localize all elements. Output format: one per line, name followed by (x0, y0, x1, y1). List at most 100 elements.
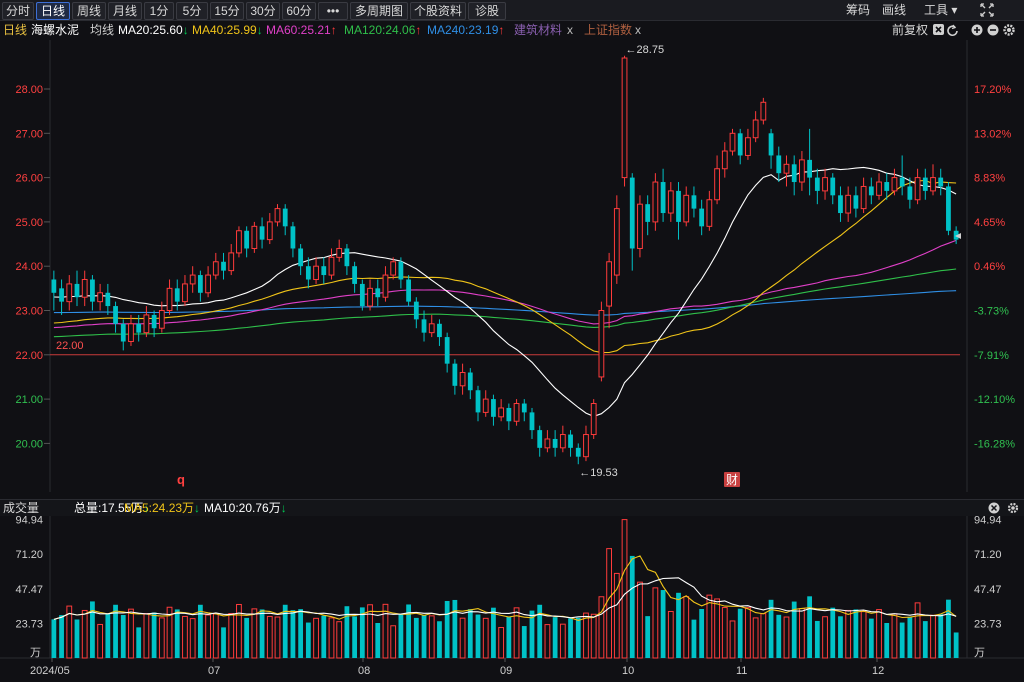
toolbar-button-4[interactable]: 1分 (144, 2, 174, 20)
overlay-shanghai-index-close[interactable]: x (635, 23, 641, 37)
volume-bar[interactable] (143, 613, 150, 659)
candle[interactable] (475, 385, 481, 422)
volume-bar[interactable] (382, 603, 389, 659)
volume-bar[interactable] (938, 614, 944, 658)
candle[interactable] (491, 394, 496, 426)
candle[interactable] (437, 319, 442, 346)
volume-bar[interactable] (189, 618, 196, 659)
candle[interactable] (305, 257, 311, 289)
volume-bar[interactable] (783, 616, 790, 659)
volume-bar[interactable] (914, 602, 921, 659)
volume-bar[interactable] (807, 596, 813, 658)
volume-bar[interactable] (266, 615, 273, 659)
candle[interactable] (552, 430, 558, 457)
volume-bar[interactable] (282, 604, 288, 658)
toolbar-right-1[interactable]: 画线 (882, 2, 906, 18)
candle[interactable] (166, 279, 173, 315)
candle[interactable] (421, 310, 427, 342)
volume-bar[interactable] (637, 581, 643, 659)
volume-bar[interactable] (182, 615, 188, 659)
volume-bar[interactable] (930, 614, 936, 659)
volume-bar[interactable] (59, 615, 64, 658)
volume-bar[interactable] (676, 592, 681, 658)
volume-bar[interactable] (336, 621, 343, 659)
volume-bar[interactable] (482, 617, 489, 659)
candle[interactable] (251, 221, 258, 253)
candle[interactable] (868, 177, 874, 205)
candle[interactable] (714, 155, 720, 205)
volume-bar[interactable] (459, 617, 466, 659)
volume-bar[interactable] (729, 620, 736, 659)
volume-bar[interactable] (390, 625, 397, 659)
candle[interactable] (105, 283, 111, 315)
volume-bar[interactable] (251, 608, 258, 659)
volume-bar[interactable] (413, 617, 419, 658)
volume-bar[interactable] (899, 622, 905, 658)
candle[interactable] (244, 226, 250, 258)
candle[interactable] (853, 186, 859, 218)
candle[interactable] (544, 430, 551, 453)
volume-bar[interactable] (946, 599, 951, 658)
candle[interactable] (706, 190, 713, 231)
zoom-out-icon[interactable] (987, 24, 999, 36)
candle[interactable] (637, 195, 643, 258)
candle[interactable] (768, 128, 774, 169)
candle[interactable] (807, 128, 813, 196)
candle[interactable] (359, 279, 365, 311)
candle[interactable] (568, 430, 573, 457)
volume-bar[interactable] (367, 604, 373, 659)
toolbar-button-2[interactable]: 周线 (72, 2, 106, 20)
volume-bar[interactable] (197, 604, 203, 658)
candle[interactable] (375, 279, 381, 307)
candle[interactable] (699, 199, 705, 236)
toolbar-button-0[interactable]: 分时 (2, 2, 34, 20)
candle[interactable] (74, 270, 80, 307)
candle[interactable] (221, 252, 226, 280)
candle[interactable] (891, 168, 898, 196)
candle[interactable] (274, 204, 281, 227)
candle[interactable] (313, 257, 319, 284)
volume-bar[interactable] (799, 608, 805, 659)
candle[interactable] (506, 403, 512, 431)
candle[interactable] (382, 266, 389, 302)
volume-bar[interactable] (590, 613, 597, 659)
volume-bar[interactable] (475, 614, 481, 658)
volume-bar[interactable] (706, 594, 713, 659)
volume-bar[interactable] (259, 609, 265, 658)
volume-bar[interactable] (305, 622, 311, 658)
volume-bar[interactable] (683, 596, 690, 659)
candle[interactable] (752, 111, 759, 143)
toolbar-button-9[interactable]: ••• (318, 2, 348, 20)
candle[interactable] (236, 226, 242, 258)
volume-bar[interactable] (575, 617, 581, 658)
volume-bar[interactable] (328, 617, 335, 659)
volume-bar[interactable] (838, 616, 843, 658)
candle[interactable] (645, 195, 651, 236)
candle[interactable] (583, 425, 589, 462)
volume-bar[interactable] (714, 598, 720, 659)
candle[interactable] (390, 257, 397, 280)
volume-bar[interactable] (544, 624, 551, 659)
candle[interactable] (321, 257, 327, 284)
volume-bar[interactable] (583, 612, 589, 659)
volume-bar[interactable] (752, 617, 759, 659)
candle[interactable] (81, 270, 88, 307)
candle[interactable] (498, 399, 505, 422)
volume-bar[interactable] (212, 613, 219, 659)
volume-bar[interactable] (629, 555, 635, 658)
volume-bar[interactable] (621, 519, 628, 659)
toolbar-button-1[interactable]: 日线 (36, 2, 70, 20)
candle[interactable] (537, 425, 543, 457)
candle[interactable] (158, 301, 165, 333)
candle[interactable] (444, 332, 450, 373)
candle[interactable] (66, 275, 73, 311)
toolbar-button-6[interactable]: 15分 (210, 2, 244, 20)
candle[interactable] (513, 399, 520, 426)
candle[interactable] (189, 266, 196, 293)
volume-bar[interactable] (568, 618, 573, 658)
candle[interactable] (737, 128, 743, 165)
candle[interactable] (459, 363, 466, 395)
candle[interactable] (413, 297, 419, 329)
candle[interactable] (113, 301, 118, 333)
volume-bar[interactable] (667, 610, 674, 659)
